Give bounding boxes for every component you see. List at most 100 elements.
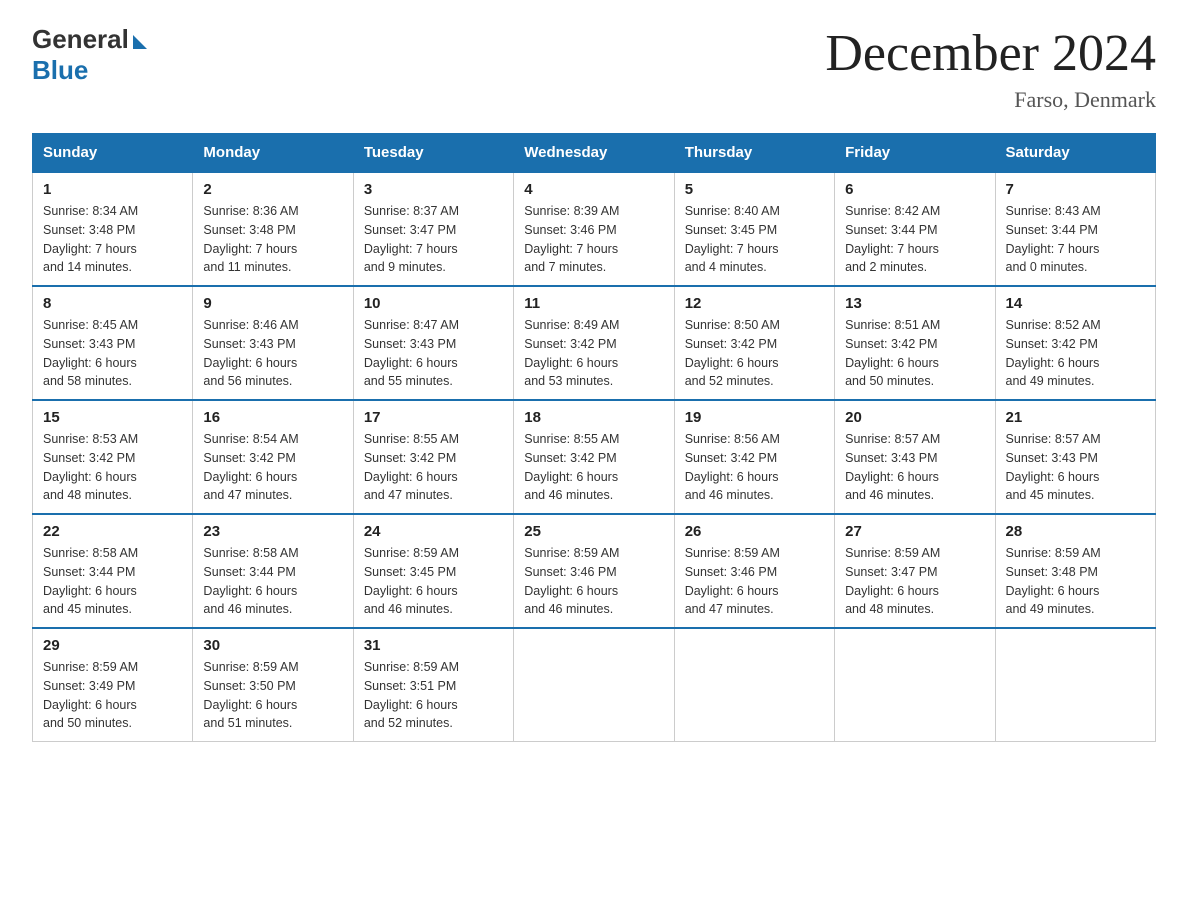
day-info: Sunrise: 8:59 AMSunset: 3:48 PMDaylight:… — [1006, 544, 1145, 619]
logo-general-text: General — [32, 24, 129, 55]
day-number: 11 — [524, 295, 663, 312]
page-header: General Blue December 2024 Farso, Denmar… — [32, 24, 1156, 113]
day-number: 3 — [364, 181, 503, 198]
day-info: Sunrise: 8:59 AMSunset: 3:45 PMDaylight:… — [364, 544, 503, 619]
calendar-cell: 15 Sunrise: 8:53 AMSunset: 3:42 PMDaylig… — [33, 400, 193, 514]
calendar-week-row-1: 1 Sunrise: 8:34 AMSunset: 3:48 PMDayligh… — [33, 172, 1156, 286]
calendar-header-row: Sunday Monday Tuesday Wednesday Thursday… — [33, 134, 1156, 173]
day-number: 7 — [1006, 181, 1145, 198]
day-number: 20 — [845, 409, 984, 426]
day-info: Sunrise: 8:40 AMSunset: 3:45 PMDaylight:… — [685, 202, 824, 277]
logo-triangle-icon — [133, 35, 147, 49]
calendar-table: Sunday Monday Tuesday Wednesday Thursday… — [32, 133, 1156, 742]
day-info: Sunrise: 8:55 AMSunset: 3:42 PMDaylight:… — [524, 430, 663, 505]
calendar-cell: 7 Sunrise: 8:43 AMSunset: 3:44 PMDayligh… — [995, 172, 1155, 286]
calendar-cell: 5 Sunrise: 8:40 AMSunset: 3:45 PMDayligh… — [674, 172, 834, 286]
day-info: Sunrise: 8:58 AMSunset: 3:44 PMDaylight:… — [203, 544, 342, 619]
day-number: 21 — [1006, 409, 1145, 426]
calendar-cell: 23 Sunrise: 8:58 AMSunset: 3:44 PMDaylig… — [193, 514, 353, 628]
calendar-cell: 19 Sunrise: 8:56 AMSunset: 3:42 PMDaylig… — [674, 400, 834, 514]
day-info: Sunrise: 8:45 AMSunset: 3:43 PMDaylight:… — [43, 316, 182, 391]
day-number: 5 — [685, 181, 824, 198]
calendar-cell: 31 Sunrise: 8:59 AMSunset: 3:51 PMDaylig… — [353, 628, 513, 742]
day-number: 8 — [43, 295, 182, 312]
day-number: 13 — [845, 295, 984, 312]
day-info: Sunrise: 8:52 AMSunset: 3:42 PMDaylight:… — [1006, 316, 1145, 391]
calendar-cell: 13 Sunrise: 8:51 AMSunset: 3:42 PMDaylig… — [835, 286, 995, 400]
day-info: Sunrise: 8:59 AMSunset: 3:49 PMDaylight:… — [43, 658, 182, 733]
calendar-week-row-5: 29 Sunrise: 8:59 AMSunset: 3:49 PMDaylig… — [33, 628, 1156, 742]
day-number: 30 — [203, 637, 342, 654]
col-sunday: Sunday — [33, 134, 193, 173]
day-info: Sunrise: 8:43 AMSunset: 3:44 PMDaylight:… — [1006, 202, 1145, 277]
day-info: Sunrise: 8:53 AMSunset: 3:42 PMDaylight:… — [43, 430, 182, 505]
day-number: 19 — [685, 409, 824, 426]
calendar-cell: 30 Sunrise: 8:59 AMSunset: 3:50 PMDaylig… — [193, 628, 353, 742]
day-info: Sunrise: 8:37 AMSunset: 3:47 PMDaylight:… — [364, 202, 503, 277]
logo-blue-text: Blue — [32, 55, 88, 86]
day-number: 24 — [364, 523, 503, 540]
calendar-cell: 1 Sunrise: 8:34 AMSunset: 3:48 PMDayligh… — [33, 172, 193, 286]
calendar-cell: 12 Sunrise: 8:50 AMSunset: 3:42 PMDaylig… — [674, 286, 834, 400]
col-monday: Monday — [193, 134, 353, 173]
calendar-cell: 10 Sunrise: 8:47 AMSunset: 3:43 PMDaylig… — [353, 286, 513, 400]
day-info: Sunrise: 8:46 AMSunset: 3:43 PMDaylight:… — [203, 316, 342, 391]
day-number: 29 — [43, 637, 182, 654]
day-info: Sunrise: 8:47 AMSunset: 3:43 PMDaylight:… — [364, 316, 503, 391]
day-info: Sunrise: 8:57 AMSunset: 3:43 PMDaylight:… — [1006, 430, 1145, 505]
calendar-cell: 26 Sunrise: 8:59 AMSunset: 3:46 PMDaylig… — [674, 514, 834, 628]
col-tuesday: Tuesday — [353, 134, 513, 173]
calendar-cell: 28 Sunrise: 8:59 AMSunset: 3:48 PMDaylig… — [995, 514, 1155, 628]
day-number: 2 — [203, 181, 342, 198]
calendar-subtitle: Farso, Denmark — [825, 87, 1156, 113]
calendar-cell: 27 Sunrise: 8:59 AMSunset: 3:47 PMDaylig… — [835, 514, 995, 628]
calendar-cell: 4 Sunrise: 8:39 AMSunset: 3:46 PMDayligh… — [514, 172, 674, 286]
day-info: Sunrise: 8:59 AMSunset: 3:50 PMDaylight:… — [203, 658, 342, 733]
logo: General Blue — [32, 24, 147, 86]
day-number: 4 — [524, 181, 663, 198]
calendar-week-row-3: 15 Sunrise: 8:53 AMSunset: 3:42 PMDaylig… — [33, 400, 1156, 514]
day-info: Sunrise: 8:59 AMSunset: 3:51 PMDaylight:… — [364, 658, 503, 733]
day-number: 6 — [845, 181, 984, 198]
calendar-cell: 16 Sunrise: 8:54 AMSunset: 3:42 PMDaylig… — [193, 400, 353, 514]
day-number: 28 — [1006, 523, 1145, 540]
day-info: Sunrise: 8:51 AMSunset: 3:42 PMDaylight:… — [845, 316, 984, 391]
calendar-cell — [995, 628, 1155, 742]
day-info: Sunrise: 8:56 AMSunset: 3:42 PMDaylight:… — [685, 430, 824, 505]
calendar-cell: 20 Sunrise: 8:57 AMSunset: 3:43 PMDaylig… — [835, 400, 995, 514]
calendar-cell — [514, 628, 674, 742]
day-info: Sunrise: 8:34 AMSunset: 3:48 PMDaylight:… — [43, 202, 182, 277]
calendar-cell: 24 Sunrise: 8:59 AMSunset: 3:45 PMDaylig… — [353, 514, 513, 628]
day-info: Sunrise: 8:55 AMSunset: 3:42 PMDaylight:… — [364, 430, 503, 505]
col-wednesday: Wednesday — [514, 134, 674, 173]
day-number: 15 — [43, 409, 182, 426]
calendar-cell: 14 Sunrise: 8:52 AMSunset: 3:42 PMDaylig… — [995, 286, 1155, 400]
calendar-cell — [674, 628, 834, 742]
day-number: 23 — [203, 523, 342, 540]
title-section: December 2024 Farso, Denmark — [825, 24, 1156, 113]
day-info: Sunrise: 8:42 AMSunset: 3:44 PMDaylight:… — [845, 202, 984, 277]
day-info: Sunrise: 8:36 AMSunset: 3:48 PMDaylight:… — [203, 202, 342, 277]
day-number: 27 — [845, 523, 984, 540]
day-info: Sunrise: 8:57 AMSunset: 3:43 PMDaylight:… — [845, 430, 984, 505]
day-info: Sunrise: 8:58 AMSunset: 3:44 PMDaylight:… — [43, 544, 182, 619]
day-number: 31 — [364, 637, 503, 654]
day-number: 1 — [43, 181, 182, 198]
day-number: 14 — [1006, 295, 1145, 312]
day-number: 26 — [685, 523, 824, 540]
day-info: Sunrise: 8:59 AMSunset: 3:47 PMDaylight:… — [845, 544, 984, 619]
calendar-cell: 8 Sunrise: 8:45 AMSunset: 3:43 PMDayligh… — [33, 286, 193, 400]
calendar-title: December 2024 — [825, 24, 1156, 83]
day-info: Sunrise: 8:59 AMSunset: 3:46 PMDaylight:… — [524, 544, 663, 619]
day-number: 10 — [364, 295, 503, 312]
calendar-cell: 2 Sunrise: 8:36 AMSunset: 3:48 PMDayligh… — [193, 172, 353, 286]
day-info: Sunrise: 8:59 AMSunset: 3:46 PMDaylight:… — [685, 544, 824, 619]
calendar-week-row-4: 22 Sunrise: 8:58 AMSunset: 3:44 PMDaylig… — [33, 514, 1156, 628]
day-info: Sunrise: 8:54 AMSunset: 3:42 PMDaylight:… — [203, 430, 342, 505]
day-number: 25 — [524, 523, 663, 540]
day-number: 9 — [203, 295, 342, 312]
calendar-cell: 9 Sunrise: 8:46 AMSunset: 3:43 PMDayligh… — [193, 286, 353, 400]
calendar-cell: 3 Sunrise: 8:37 AMSunset: 3:47 PMDayligh… — [353, 172, 513, 286]
calendar-cell: 22 Sunrise: 8:58 AMSunset: 3:44 PMDaylig… — [33, 514, 193, 628]
day-info: Sunrise: 8:49 AMSunset: 3:42 PMDaylight:… — [524, 316, 663, 391]
